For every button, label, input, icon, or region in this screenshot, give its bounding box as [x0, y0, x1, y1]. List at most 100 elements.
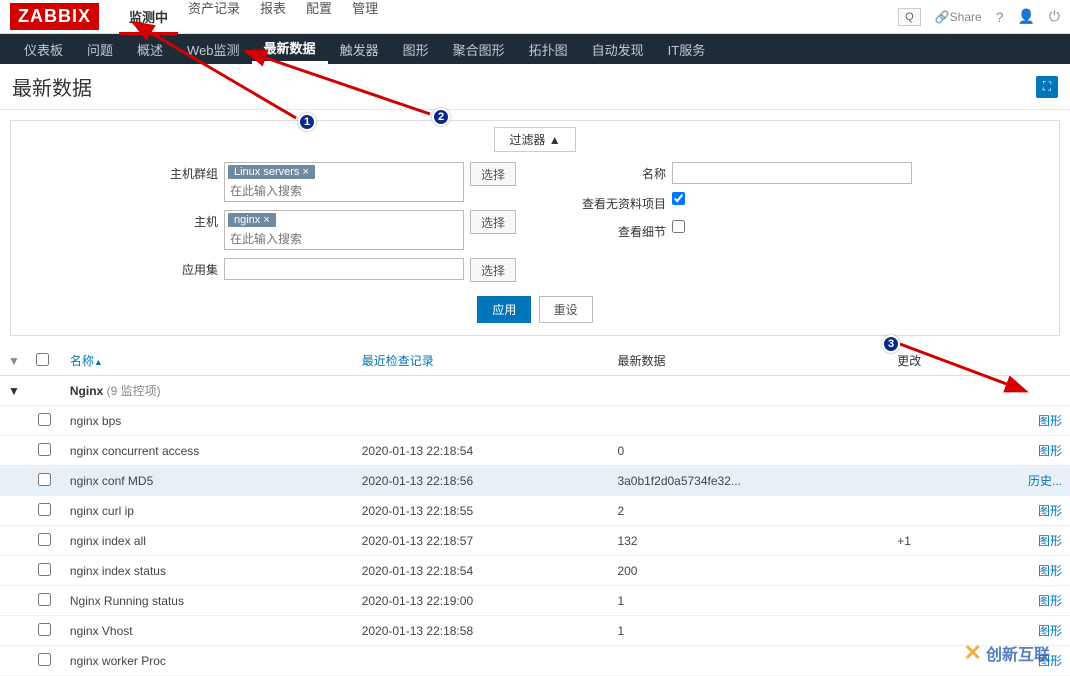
annotation-1: 1 [298, 113, 316, 131]
sub-itservices[interactable]: IT服务 [656, 34, 718, 64]
item-lastcheck: 2020-01-13 22:18:56 [354, 466, 610, 496]
row-checkbox[interactable] [38, 653, 51, 666]
host-select-btn[interactable]: 选择 [470, 210, 516, 234]
item-action-link[interactable]: 图形 [1038, 504, 1062, 518]
item-name: nginx Vhost [62, 616, 354, 646]
watermark-text: 创新互联 [986, 641, 1050, 665]
empty-checkbox[interactable] [672, 192, 685, 205]
item-name: nginx concurrent access [62, 436, 354, 466]
fullscreen-button[interactable]: ⛶ [1036, 76, 1058, 98]
item-lastdata: 200 [609, 556, 889, 586]
sub-nav: 仪表板 问题 概述 Web监测 最新数据 触发器 图形 聚合图形 拓扑图 自动发… [0, 34, 1070, 64]
item-lastdata: 3a0b1f2d0a5734fe32... [609, 466, 889, 496]
item-name: nginx bps [62, 406, 354, 436]
sub-dashboard[interactable]: 仪表板 [12, 34, 75, 64]
share-link[interactable]: 🔗Share [935, 10, 982, 24]
sub-screens[interactable]: 聚合图形 [441, 34, 517, 64]
item-action-link[interactable]: 图形 [1038, 414, 1062, 428]
host-input[interactable] [225, 229, 463, 249]
item-lastdata: 1 [609, 586, 889, 616]
page-title-bar: 最新数据 ⛶ [0, 64, 1070, 110]
top-right: Q 🔗Share ? 👤 ⏻ [898, 8, 1060, 26]
host-label: 主机 [158, 210, 218, 230]
item-name: nginx worker Proc [62, 646, 354, 676]
row-checkbox[interactable] [38, 593, 51, 606]
select-all-checkbox[interactable] [36, 353, 49, 366]
search-button[interactable]: Q [898, 8, 921, 26]
hostgroup-tag[interactable]: Linux servers × [228, 165, 315, 179]
host-tag[interactable]: nginx × [228, 213, 276, 227]
apply-button[interactable]: 应用 [477, 296, 531, 323]
item-change [889, 616, 969, 646]
item-lastcheck: 2020-01-13 22:18:58 [354, 616, 610, 646]
item-name: Nginx Running status [62, 586, 354, 616]
help-icon[interactable]: ? [996, 9, 1004, 25]
hostgroup-input[interactable] [225, 181, 463, 201]
sub-graphs[interactable]: 图形 [391, 34, 441, 64]
empty-label: 查看无资料项目 [556, 192, 666, 212]
item-lastcheck: 2020-01-13 22:18:55 [354, 496, 610, 526]
item-change [889, 556, 969, 586]
item-change: +1 [889, 526, 969, 556]
top-menu-admin[interactable]: 管理 [342, 0, 388, 35]
sub-triggers[interactable]: 触发器 [328, 34, 391, 64]
expand-all[interactable]: ▼ [0, 346, 28, 376]
item-action-link[interactable]: 图形 [1038, 594, 1062, 608]
row-checkbox[interactable] [38, 533, 51, 546]
row-checkbox[interactable] [38, 623, 51, 636]
sub-overview[interactable]: 概述 [125, 34, 175, 64]
row-checkbox[interactable] [38, 503, 51, 516]
item-change [889, 646, 969, 676]
sub-web[interactable]: Web监测 [175, 34, 252, 64]
col-lastcheck[interactable]: 最近检查记录 [354, 346, 610, 376]
item-lastcheck [354, 646, 610, 676]
detail-checkbox[interactable] [672, 220, 685, 233]
item-action-link[interactable]: 图形 [1038, 534, 1062, 548]
watermark: ✕ 创新互联 [964, 640, 1050, 666]
sub-maps[interactable]: 拓扑图 [517, 34, 580, 64]
user-icon[interactable]: 👤 [1017, 8, 1034, 25]
item-change [889, 436, 969, 466]
row-checkbox[interactable] [38, 473, 51, 486]
power-icon[interactable]: ⏻ [1049, 8, 1060, 25]
app-select-btn[interactable]: 选择 [470, 258, 516, 282]
sub-discovery[interactable]: 自动发现 [580, 34, 656, 64]
col-name[interactable]: 名称▲ [62, 346, 354, 376]
item-change [889, 466, 969, 496]
app-input[interactable] [224, 258, 464, 280]
item-name: nginx curl ip [62, 496, 354, 526]
item-lastdata: 132 [609, 526, 889, 556]
data-table: ▼ 名称▲ 最近检查记录 最新数据 更改 ▼Nginx (9 监控项)nginx… [0, 346, 1070, 676]
group-expand[interactable]: ▼ [0, 376, 28, 406]
row-checkbox[interactable] [38, 413, 51, 426]
item-name: nginx index all [62, 526, 354, 556]
sub-latestdata[interactable]: 最新数据 [252, 34, 328, 64]
col-change: 更改 [889, 346, 969, 376]
sort-asc-icon: ▲ [94, 357, 103, 367]
hostgroup-multiselect[interactable]: Linux servers × [224, 162, 464, 202]
item-action-link[interactable]: 图形 [1038, 444, 1062, 458]
item-action-link[interactable]: 历史... [1028, 474, 1062, 488]
reset-button[interactable]: 重设 [539, 296, 593, 323]
row-checkbox[interactable] [38, 443, 51, 456]
top-menu-monitoring[interactable]: 监测中 [119, 0, 178, 35]
item-action-link[interactable]: 图形 [1038, 564, 1062, 578]
top-menu-inventory[interactable]: 资产记录 [178, 0, 250, 35]
top-menu-reports[interactable]: 报表 [250, 0, 296, 35]
col-lastdata: 最新数据 [609, 346, 889, 376]
host-multiselect[interactable]: nginx × [224, 210, 464, 250]
item-lastcheck: 2020-01-13 22:18:57 [354, 526, 610, 556]
sub-problems[interactable]: 问题 [75, 34, 125, 64]
item-name: nginx index status [62, 556, 354, 586]
top-menu-config[interactable]: 配置 [296, 0, 342, 35]
filter-toggle[interactable]: 过滤器 ▲ [494, 127, 575, 152]
item-lastcheck [354, 406, 610, 436]
page-title: 最新数据 [12, 72, 92, 101]
item-lastcheck: 2020-01-13 22:19:00 [354, 586, 610, 616]
row-checkbox[interactable] [38, 563, 51, 576]
hostgroup-select-btn[interactable]: 选择 [470, 162, 516, 186]
group-name: Nginx (9 监控项) [62, 376, 1070, 406]
item-change [889, 496, 969, 526]
name-input[interactable] [672, 162, 912, 184]
item-action-link[interactable]: 图形 [1038, 624, 1062, 638]
